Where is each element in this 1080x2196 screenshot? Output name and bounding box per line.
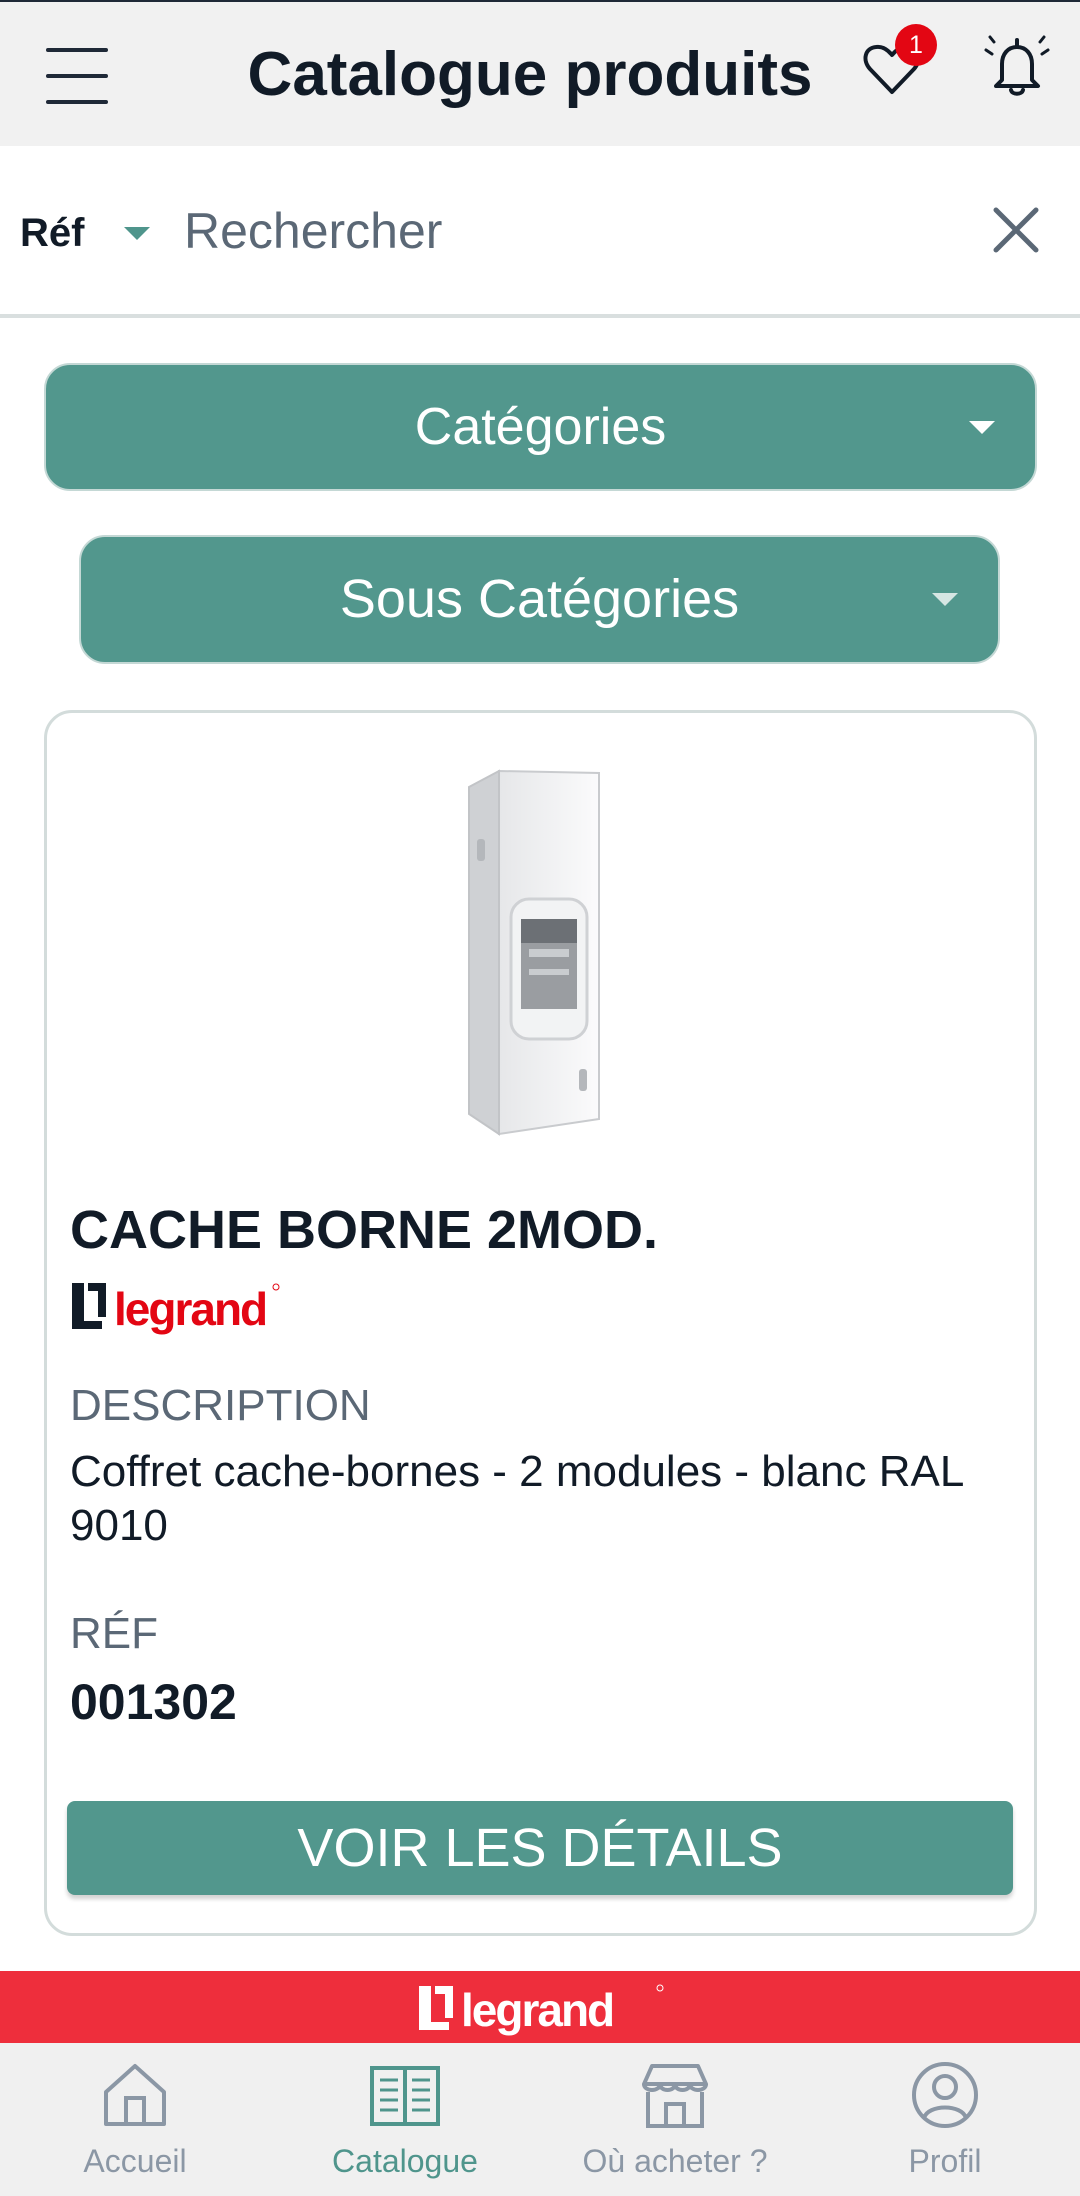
svg-text:legrand: legrand xyxy=(114,1283,266,1335)
categories-dropdown[interactable]: Catégories xyxy=(44,363,1037,491)
app-header: Catalogue produits 1 xyxy=(0,0,1080,146)
product-description: Coffret cache-bornes - 2 modules - blanc… xyxy=(70,1447,963,1550)
search-filter-select[interactable]: Réf xyxy=(20,206,151,260)
nav-label: Où acheter ? xyxy=(582,2143,768,2179)
product-card: CACHE BORNE 2MOD. legrand DESCRIPTION Co… xyxy=(44,710,1037,1936)
svg-text:legrand: legrand xyxy=(461,1984,613,2036)
nav-label: Accueil xyxy=(83,2143,187,2179)
description-label: DESCRIPTION xyxy=(70,1381,371,1430)
legrand-logo: legrand xyxy=(419,1984,664,2036)
profile-icon xyxy=(912,2062,978,2128)
favorites-count-badge: 1 xyxy=(895,24,937,66)
bottom-navigation: Accueil Catalogue Où acheter ? Profil xyxy=(0,2043,1080,2196)
bell-icon[interactable] xyxy=(982,32,1052,102)
view-details-button[interactable]: VOIR LES DÉTAILS xyxy=(67,1801,1013,1895)
close-icon[interactable] xyxy=(990,204,1042,256)
nav-item-ou-acheter[interactable]: Où acheter ? xyxy=(560,2043,790,2196)
product-image xyxy=(468,769,600,1136)
subcategories-dropdown[interactable]: Sous Catégories xyxy=(79,535,1000,664)
legrand-logo: legrand xyxy=(72,1283,280,1335)
search-filter-label: Réf xyxy=(20,210,85,255)
caret-down-icon xyxy=(969,421,995,434)
subcategories-label: Sous Catégories xyxy=(339,569,740,629)
store-icon xyxy=(642,2064,708,2128)
caret-down-icon xyxy=(124,226,151,240)
nav-item-accueil[interactable]: Accueil xyxy=(40,2043,230,2196)
home-icon xyxy=(104,2064,166,2126)
product-name: CACHE BORNE 2MOD. xyxy=(70,1200,659,1260)
product-reference: 001302 xyxy=(70,1674,237,1730)
nav-label: Profil xyxy=(908,2143,982,2179)
search-bar: Réf xyxy=(0,146,1080,318)
menu-icon[interactable] xyxy=(46,48,108,104)
nav-label: Catalogue xyxy=(332,2143,478,2179)
nav-item-catalogue[interactable]: Catalogue xyxy=(310,2043,500,2196)
reference-label: RÉF xyxy=(70,1609,158,1658)
brand-banner: legrand xyxy=(0,1971,1080,2043)
page-title: Catalogue produits xyxy=(247,40,813,109)
search-input[interactable] xyxy=(184,196,944,266)
catalog-book-icon xyxy=(370,2066,440,2126)
caret-down-icon xyxy=(932,593,958,606)
nav-item-profil[interactable]: Profil xyxy=(850,2043,1040,2196)
categories-label: Catégories xyxy=(414,398,667,456)
